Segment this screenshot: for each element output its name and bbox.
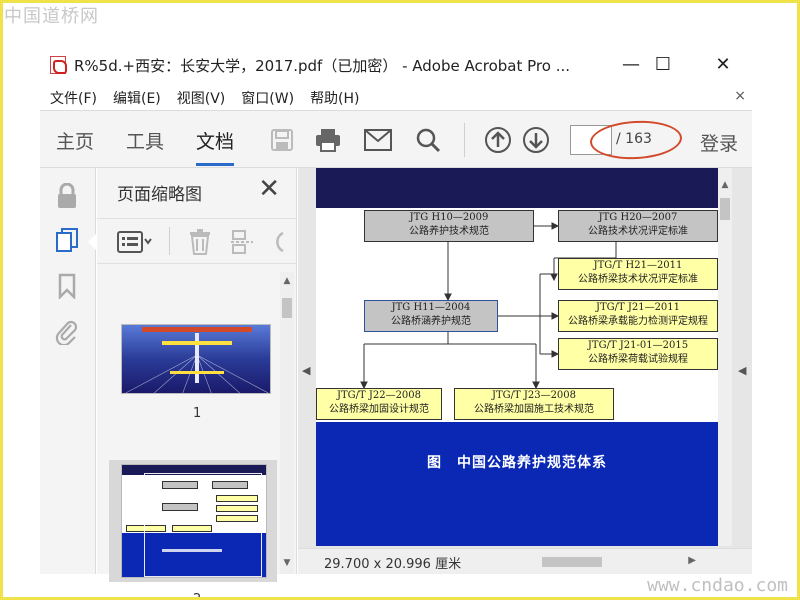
- delete-page-icon[interactable]: [189, 229, 211, 259]
- window-title: R%5d.+西安：长安大学，2017.pdf（已加密） - Adobe Acro…: [74, 56, 570, 75]
- standard-j23-text: JTG/T J23—2008 公路桥梁加固施工技术规范: [474, 390, 594, 415]
- standard-box-h11: JTG H11—2004 公路桥涵养护规范: [364, 300, 498, 332]
- lock-icon[interactable]: [54, 182, 80, 210]
- standard-box-j2101: JTG/T J21-01—2015 公路桥梁荷载试验规程: [558, 338, 718, 370]
- page-thumbnails-panel: 页面缩略图 ✕ 1 2 ▲ ▼: [97, 168, 297, 600]
- panel-toolbar: [97, 218, 297, 264]
- standard-box-h20: JTG H20—2007 公路技术状况评定标准: [558, 210, 718, 242]
- close-window-button[interactable]: ✕: [708, 52, 738, 76]
- thumbnail-options-icon[interactable]: [117, 231, 153, 257]
- document-scrollbar[interactable]: ▲: [718, 168, 732, 546]
- search-icon[interactable]: [414, 126, 442, 154]
- extract-page-icon[interactable]: [231, 229, 255, 259]
- document-status-bar: 29.700 x 20.996 厘米 ▶: [298, 548, 752, 574]
- standard-box-h21: JTG/T H21—2011 公路桥梁技术状况评定标准: [558, 258, 718, 290]
- thumbnail-scrollbar[interactable]: ▲ ▼: [280, 272, 294, 574]
- standard-j2101-text: JTG/T J21-01—2015 公路桥梁荷载试验规程: [587, 340, 689, 365]
- standard-h11-text: JTG H11—2004 公路桥涵养护规范: [391, 302, 471, 327]
- standard-h10-text: JTG H10—2009 公路养护技术规范: [409, 212, 489, 237]
- panel-title: 页面缩略图: [117, 185, 202, 205]
- tab-document[interactable]: 文档: [196, 127, 235, 166]
- document-page: JTG H10—2009 公路养护技术规范 JTG H20—2007 公路技术状…: [316, 168, 718, 546]
- standard-box-j21: JTG/T J21—2011 公路桥梁承载能力检测评定规程: [558, 300, 718, 332]
- standard-h21-text: JTG/T H21—2011 公路桥梁技术状况评定标准: [578, 260, 698, 285]
- next-page-icon[interactable]: [522, 126, 550, 154]
- menu-window[interactable]: 窗口(W): [241, 88, 294, 108]
- page-thumbnail-2[interactable]: [121, 464, 267, 578]
- page-thumbnail-1[interactable]: [121, 324, 271, 394]
- standard-j22-text: JTG/T J22—2008 公路桥梁加固设计规范: [329, 390, 429, 415]
- pdf-app-icon: [50, 56, 67, 74]
- menu-help[interactable]: 帮助(H): [310, 88, 359, 108]
- collapse-right-icon[interactable]: ◀: [738, 364, 746, 377]
- horizontal-scrollbar[interactable]: ▶: [488, 555, 698, 569]
- panel-divider: [169, 227, 170, 255]
- scroll-up-icon[interactable]: ▲: [280, 274, 294, 288]
- acrobat-window: R%5d.+西安：长安大学，2017.pdf（已加密） - Adobe Acro…: [40, 44, 752, 600]
- bookmark-icon[interactable]: [54, 272, 80, 300]
- standard-j21-text: JTG/T J21—2011 公路桥梁承载能力检测评定规程: [568, 302, 708, 327]
- figure-caption: 图 中国公路养护规范体系: [427, 455, 607, 471]
- attachment-icon[interactable]: [54, 318, 80, 346]
- thumbnail-2-label: 2: [193, 592, 202, 600]
- save-icon[interactable]: [268, 126, 296, 154]
- toolbar-divider: [464, 123, 465, 157]
- watermark-bottom: www.cndao.com: [647, 575, 788, 596]
- standard-box-h10: JTG H10—2009 公路养护技术规范: [364, 210, 534, 242]
- maximize-button[interactable]: ☐: [648, 52, 678, 76]
- doc-scroll-up-icon[interactable]: ▲: [718, 178, 732, 192]
- title-bar: R%5d.+西安：长安大学，2017.pdf（已加密） - Adobe Acro…: [40, 44, 752, 86]
- thumbnail-scroll-thumb[interactable]: [282, 298, 292, 318]
- menu-view[interactable]: 视图(V): [177, 88, 226, 108]
- tab-tools[interactable]: 工具: [126, 127, 164, 154]
- page-dimensions: 29.700 x 20.996 厘米: [324, 557, 462, 572]
- close-panel-button[interactable]: ✕: [258, 174, 280, 204]
- main-toolbar: 主页 工具 文档 / 163 登录: [40, 110, 752, 168]
- collapse-left-icon[interactable]: ◀: [302, 364, 310, 377]
- print-icon[interactable]: [314, 126, 342, 154]
- document-view: ◀ JTG H10—2009 公路养护技术规范 JTG H20—2007 公路技…: [298, 168, 752, 574]
- standard-h20-text: JTG H20—2007 公路技术状况评定标准: [588, 212, 688, 237]
- scroll-right-icon[interactable]: ▶: [688, 555, 696, 566]
- thumbnail-1-label: 1: [193, 406, 202, 421]
- panel-pointer: [88, 234, 96, 250]
- close-document-button[interactable]: ×: [734, 88, 746, 104]
- menu-bar: 文件(F) 编辑(E) 视图(V) 窗口(W) 帮助(H) ×: [40, 86, 752, 110]
- rotate-page-icon[interactable]: [271, 229, 285, 259]
- watermark-top: 中国道桥网: [4, 6, 99, 27]
- page-thumbnails-icon[interactable]: [54, 226, 80, 254]
- previous-page-icon[interactable]: [484, 126, 512, 154]
- menu-file[interactable]: 文件(F): [50, 88, 97, 108]
- document-scroll-thumb[interactable]: [720, 198, 730, 220]
- login-button[interactable]: 登录: [700, 129, 738, 156]
- minimize-button[interactable]: —: [616, 52, 646, 76]
- standard-box-j23: JTG/T J23—2008 公路桥梁加固施工技术规范: [454, 388, 614, 420]
- caption-band: 图 中国公路养护规范体系: [316, 422, 718, 546]
- horizontal-scroll-thumb[interactable]: [542, 557, 602, 567]
- standard-box-j22: JTG/T J22—2008 公路桥梁加固设计规范: [316, 388, 442, 420]
- left-navigation-rail: [40, 168, 96, 574]
- scroll-down-icon[interactable]: ▼: [280, 556, 294, 570]
- tab-home[interactable]: 主页: [56, 127, 94, 154]
- menu-edit[interactable]: 编辑(E): [113, 88, 161, 108]
- email-icon[interactable]: [364, 126, 392, 154]
